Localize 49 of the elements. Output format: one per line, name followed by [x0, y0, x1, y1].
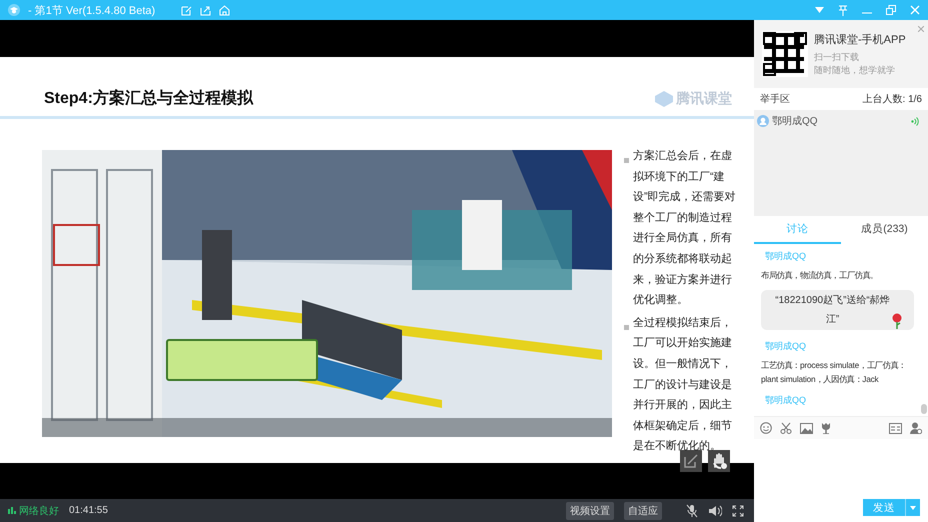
person-icon[interactable] — [910, 422, 922, 434]
speaker-icon[interactable] — [708, 504, 722, 516]
image-icon[interactable] — [800, 422, 813, 434]
restore-icon[interactable] — [886, 5, 896, 15]
sender-name: 鄂明成QQ — [765, 394, 808, 407]
sound-icon — [911, 116, 919, 126]
bullet-icon — [624, 158, 629, 163]
promo-text: 随时随地，想学就学 — [814, 64, 896, 76]
sender-name: 鄂明成QQ — [765, 340, 808, 353]
avatar-icon — [757, 115, 769, 127]
network-status: 网络良好 — [19, 504, 59, 518]
scissors-icon[interactable] — [780, 422, 792, 434]
bullet-text: 方案汇总会后，在虚拟环境下的工厂“建设”即完成，还需要对整个工厂的制造过程进行全局仿真，所有的分系统都将联动起来，验证方案并进行优化调整。 — [633, 148, 737, 308]
fullscreen-icon[interactable] — [732, 504, 744, 516]
member-name: 鄂明成QQ — [772, 114, 819, 128]
flower-icon[interactable] — [821, 422, 831, 434]
close-icon[interactable] — [918, 26, 924, 32]
app-logo-icon — [8, 4, 20, 16]
section-title: 举手区 — [760, 92, 790, 106]
signal-icon — [8, 507, 16, 514]
share-icon[interactable] — [200, 4, 212, 16]
chat-message: 布局仿真，物流仿真，工厂仿真。 — [761, 269, 880, 282]
chat-message: 工艺仿真：process simulate，工厂仿真：plant simulation，人因仿真：Jack — [761, 359, 907, 386]
window-title: - 第1节 Ver(1.5.4.80 Beta) — [28, 4, 156, 18]
dropdown-icon[interactable] — [910, 506, 916, 510]
bullet-text: 全过程模拟结束后，工厂可以开始实施建设。但一般情况下，工厂的设计与建设是并行开展的，因此主体框架确定后，细节是在不断优化的。 — [633, 316, 733, 454]
pin-icon[interactable] — [838, 4, 848, 16]
hand-icon[interactable] — [708, 450, 730, 472]
qr-code — [762, 31, 808, 77]
card-icon[interactable] — [889, 422, 902, 434]
promo-title: 腾讯课堂-手机APP — [814, 32, 906, 46]
slide-title: Step4:方案汇总与全过程模拟 — [44, 88, 253, 109]
dropdown-icon[interactable] — [815, 7, 824, 13]
promo-text: 扫一扫下载 — [814, 50, 860, 64]
edit-icon[interactable] — [680, 450, 702, 472]
edit-icon[interactable] — [181, 4, 192, 16]
mic-muted-icon[interactable] — [686, 504, 698, 518]
slide-logo: 腾讯课堂 — [655, 90, 732, 108]
stage-count: 上台人数: 1/6 — [862, 92, 922, 106]
home-icon[interactable] — [219, 4, 230, 16]
bullet-icon — [624, 324, 629, 330]
elapsed-time: 01:41:55 — [69, 505, 108, 516]
gift-notice: “18221090赵飞”送给“郝烨江” — [761, 290, 914, 330]
toolbar-button[interactable]: 自适应 — [624, 502, 662, 520]
emoji-icon[interactable] — [760, 422, 772, 434]
toolbar-button[interactable]: 视频设置 — [566, 502, 614, 520]
rose-icon — [892, 313, 902, 329]
scrollbar-thumb[interactable] — [921, 404, 927, 414]
sender-name: 鄂明成QQ — [765, 250, 808, 263]
